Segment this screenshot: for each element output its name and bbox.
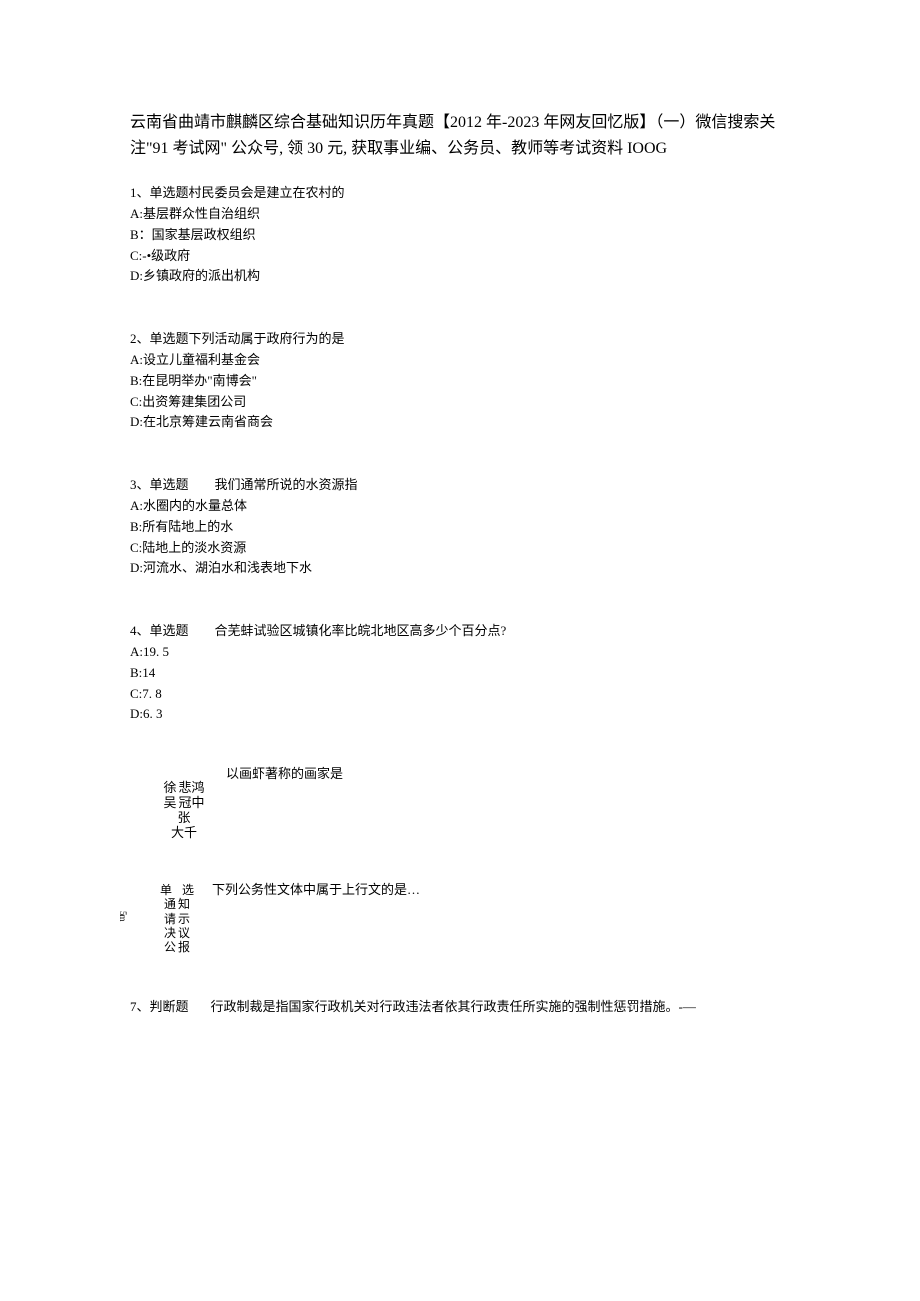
- q3-option-b: B:所有陆地上的水: [130, 517, 790, 538]
- q2-option-d: D:在北京筹建云南省商会: [130, 412, 790, 433]
- q3-option-a: A:水圈内的水量总体: [130, 496, 790, 517]
- q1-option-d: D:乡镇政府的派出机构: [130, 266, 790, 287]
- q6-opt-b-1: 请: [164, 912, 176, 926]
- q4-stem: 4、单选题 合芜蚌试验区城镇化率比皖北地区高多少个百分点?: [130, 621, 790, 642]
- q5-opt-3a: 张: [177, 811, 190, 826]
- q5-stem: 以画虾著称的画家是: [226, 767, 343, 782]
- q6-label-1: 单: [160, 883, 172, 897]
- q7-label: 7、判断题: [130, 997, 189, 1018]
- q6-opt-c-2: 议: [178, 926, 190, 940]
- page-title: 云南省曲靖市麒麟区综合基础知识历年真题【2012 年-2023 年网友回忆版】（…: [130, 110, 790, 161]
- q6-opt-b-2: 示: [178, 912, 190, 926]
- q3-option-c: C:陆地上的淡水资源: [130, 538, 790, 559]
- q1-option-c: C:-•级政府: [130, 246, 790, 267]
- question-4: 4、单选题 合芜蚌试验区城镇化率比皖北地区高多少个百分点? A:19. 5 B:…: [130, 621, 790, 725]
- q6-opt-a-1: 通: [164, 897, 176, 911]
- q5-opt-1b: 悲鸿: [179, 781, 205, 796]
- question-2: 2、单选题下列活动属于政府行为的是 A:设立儿童福利基金会 B:在昆明举办"南博…: [130, 329, 790, 433]
- q4-option-c: C:7. 8: [130, 684, 790, 705]
- q2-option-a: A:设立儿童福利基金会: [130, 350, 790, 371]
- q2-option-c: C:出资筹建集团公司: [130, 392, 790, 413]
- q6-opt-d-2: 报: [178, 940, 190, 954]
- question-7: 7、判断题 行政制裁是指国家行政机关对行政违法者依其行政责任所实施的强制性惩罚措…: [130, 997, 790, 1018]
- q6-marker: 5m: [118, 911, 127, 921]
- q2-stem: 2、单选题下列活动属于政府行为的是: [130, 329, 790, 350]
- q3-stem: 3、单选题 我们通常所说的水资源指: [130, 475, 790, 496]
- q7-text: 行政制裁是指国家行政机关对行政违法者依其行政责任所实施的强制性惩罚措施。-—: [211, 997, 696, 1018]
- q5-options-column: 徐悲鸿 吴冠中 张 大千: [154, 767, 214, 841]
- question-6: 5m 单 选 通知 请示 决议 公报 下列公务性文体中属于上行文的是…: [130, 883, 790, 955]
- q4-option-d: D:6. 3: [130, 704, 790, 725]
- question-1: 1、单选题村民委员会是建立在农村的 A:基层群众性自治组织 B：国家基层政权组织…: [130, 183, 790, 287]
- q1-stem: 1、单选题村民委员会是建立在农村的: [130, 183, 790, 204]
- question-3: 3、单选题 我们通常所说的水资源指 A:水圈内的水量总体 B:所有陆地上的水 C…: [130, 475, 790, 579]
- document-page: 云南省曲靖市麒麟区综合基础知识历年真题【2012 年-2023 年网友回忆版】（…: [0, 0, 920, 1078]
- q6-stem: 下列公务性文体中属于上行文的是…: [212, 883, 420, 898]
- q1-option-b: B：国家基层政权组织: [130, 225, 790, 246]
- question-5: 徐悲鸿 吴冠中 张 大千 以画虾著称的画家是: [130, 767, 790, 841]
- q6-label-2: 选: [182, 883, 194, 897]
- q6-opt-a-2: 知: [178, 897, 190, 911]
- q5-opt-3b: 大千: [171, 826, 197, 841]
- q1-option-a: A:基层群众性自治组织: [130, 204, 790, 225]
- q6-opt-c-1: 决: [164, 926, 176, 940]
- q5-opt-2b: 冠中: [179, 796, 205, 811]
- q4-option-a: A:19. 5: [130, 642, 790, 663]
- q4-option-b: B:14: [130, 663, 790, 684]
- q6-options-column: 单 选 通知 请示 决议 公报: [154, 883, 200, 955]
- q5-opt-2a: 吴: [163, 796, 176, 811]
- q5-opt-1a: 徐: [163, 781, 176, 796]
- q2-option-b: B:在昆明举办"南博会": [130, 371, 790, 392]
- q3-option-d: D:河流水、湖泊水和浅表地下水: [130, 558, 790, 579]
- q6-opt-d-1: 公: [164, 940, 176, 954]
